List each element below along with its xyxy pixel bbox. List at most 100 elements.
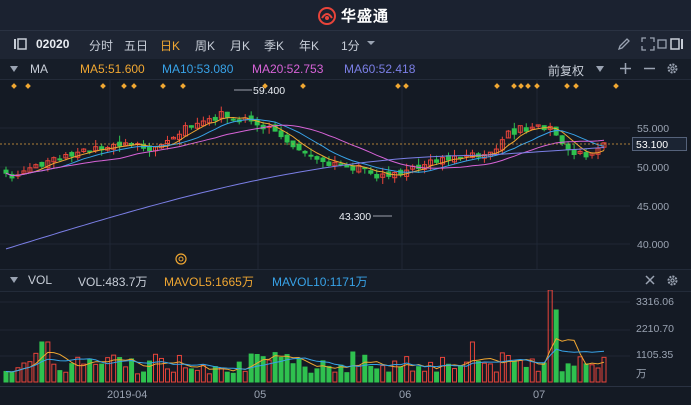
candle-body bbox=[571, 149, 577, 156]
minus-icon[interactable] bbox=[644, 63, 655, 74]
volume-bar bbox=[254, 354, 260, 383]
price-chart-panel[interactable]: 59.400 43.300 55.000 50.000 45.000 40.00… bbox=[0, 79, 691, 269]
volume-bar bbox=[194, 369, 200, 383]
volume-bar bbox=[583, 363, 589, 383]
volume-bar bbox=[362, 354, 368, 383]
ma-label[interactable]: MA bbox=[30, 62, 48, 76]
time-axis-label: 06 bbox=[399, 389, 412, 401]
volume-bar bbox=[284, 354, 290, 383]
volume-bar bbox=[3, 370, 9, 383]
volume-bar bbox=[595, 367, 601, 383]
candle-body bbox=[284, 134, 290, 143]
volume-bar bbox=[601, 356, 607, 383]
candlestick-chart[interactable]: 59.400 43.300 55.000 50.000 45.000 40.00… bbox=[0, 79, 691, 269]
ma5-value: MA5:51.600 bbox=[80, 62, 145, 76]
sidebar-collapse-icon[interactable] bbox=[669, 36, 685, 52]
volume-bar bbox=[308, 372, 314, 383]
candle-body bbox=[434, 159, 440, 163]
chevron-down-icon[interactable] bbox=[366, 38, 376, 48]
volume-chart[interactable]: 3316.06 2210.70 1105.35 万 bbox=[0, 289, 691, 386]
volume-bar bbox=[535, 370, 541, 383]
signal-marker bbox=[525, 83, 531, 89]
volume-bar bbox=[147, 360, 153, 383]
gear-icon[interactable] bbox=[666, 274, 679, 287]
adjust-select[interactable]: 前复权 bbox=[548, 62, 584, 79]
candle-body bbox=[188, 125, 194, 128]
price-tick: 45.000 bbox=[637, 201, 669, 213]
candle-body bbox=[308, 154, 314, 157]
volume-bar bbox=[386, 371, 392, 383]
chevron-down-icon[interactable] bbox=[596, 66, 604, 72]
add-icon[interactable] bbox=[620, 63, 631, 74]
signal-marker bbox=[300, 83, 306, 89]
volume-bar bbox=[559, 371, 565, 383]
signal-marker bbox=[395, 83, 401, 89]
candle-body bbox=[224, 111, 230, 118]
volume-bar bbox=[170, 371, 176, 383]
candle-body bbox=[511, 128, 517, 135]
low-label: 43.300 bbox=[339, 211, 371, 223]
high-label: 59.400 bbox=[253, 85, 285, 97]
volume-bar bbox=[493, 371, 499, 383]
ma20-value: MA20:52.753 bbox=[252, 62, 324, 76]
tab-intraday[interactable]: 分时 bbox=[89, 37, 113, 54]
restore-icon[interactable] bbox=[654, 36, 670, 52]
tab-daily-k[interactable]: 日K bbox=[160, 37, 180, 54]
close-icon[interactable] bbox=[645, 275, 655, 285]
event-marker[interactable] bbox=[175, 253, 187, 265]
volume-bar bbox=[475, 360, 481, 383]
signal-marker bbox=[494, 83, 500, 89]
time-axis-label: 05 bbox=[254, 389, 267, 401]
volume-bar bbox=[380, 365, 386, 383]
sidebar-toggle-icon[interactable] bbox=[12, 36, 28, 52]
volume-chart-panel[interactable]: 3316.06 2210.70 1105.35 万 bbox=[0, 289, 691, 386]
volume-bar bbox=[452, 368, 457, 383]
ma-indicator-bar: MA MA5:51.600 MA10:53.080 MA20:52.753 MA… bbox=[0, 59, 691, 80]
volume-bar bbox=[487, 363, 493, 383]
volume-bar bbox=[123, 366, 129, 383]
volume-bar bbox=[368, 365, 374, 383]
volume-bar bbox=[410, 370, 416, 383]
volume-bar bbox=[129, 358, 135, 383]
volume-bar bbox=[176, 354, 182, 383]
ma60-line bbox=[5, 147, 605, 250]
interval-select[interactable]: 1分 bbox=[341, 37, 360, 54]
volume-bar bbox=[446, 363, 452, 383]
brand-name: 华盛通 bbox=[341, 8, 390, 25]
chart-toolbar: 02020 分时 五日 日K 周K 月K 季K 年K 1分 bbox=[0, 30, 691, 60]
tab-quarterly-k[interactable]: 季K bbox=[264, 37, 284, 54]
volume-tick: 2210.70 bbox=[636, 323, 674, 335]
volume-bar bbox=[326, 365, 332, 383]
signal-markers bbox=[11, 83, 619, 89]
volume-grid bbox=[0, 301, 630, 357]
gear-icon[interactable] bbox=[666, 62, 679, 75]
signal-marker bbox=[573, 83, 579, 89]
volume-unit: 万 bbox=[636, 368, 647, 380]
tab-yearly-k[interactable]: 年K bbox=[299, 37, 319, 54]
collapse-ma-icon[interactable] bbox=[10, 66, 18, 72]
volume-bar bbox=[9, 371, 15, 383]
vol-value: VOL:483.7万 bbox=[78, 275, 148, 289]
volume-bar bbox=[21, 362, 27, 383]
volume-bar bbox=[27, 361, 33, 383]
volume-bar bbox=[33, 352, 39, 383]
tab-five-day[interactable]: 五日 bbox=[124, 37, 148, 54]
volume-bar bbox=[141, 371, 147, 383]
vol-label[interactable]: VOL bbox=[28, 273, 52, 287]
volume-bar bbox=[529, 358, 535, 383]
pencil-icon[interactable] bbox=[616, 36, 632, 52]
high-annotation: 59.400 bbox=[234, 85, 285, 97]
volume-bars bbox=[3, 289, 607, 383]
tab-weekly-k[interactable]: 周K bbox=[195, 37, 215, 54]
volume-bar bbox=[230, 372, 236, 383]
signal-marker bbox=[403, 83, 409, 89]
collapse-vol-icon[interactable] bbox=[10, 277, 18, 283]
tab-monthly-k[interactable]: 月K bbox=[230, 37, 250, 54]
volume-axis: 3316.06 2210.70 1105.35 万 bbox=[636, 296, 674, 380]
volume-bar bbox=[589, 364, 595, 383]
candle-body bbox=[57, 158, 63, 161]
volume-bar bbox=[434, 371, 440, 383]
volume-bar bbox=[553, 309, 559, 383]
volume-bar bbox=[469, 341, 475, 383]
candle-body bbox=[320, 157, 326, 163]
